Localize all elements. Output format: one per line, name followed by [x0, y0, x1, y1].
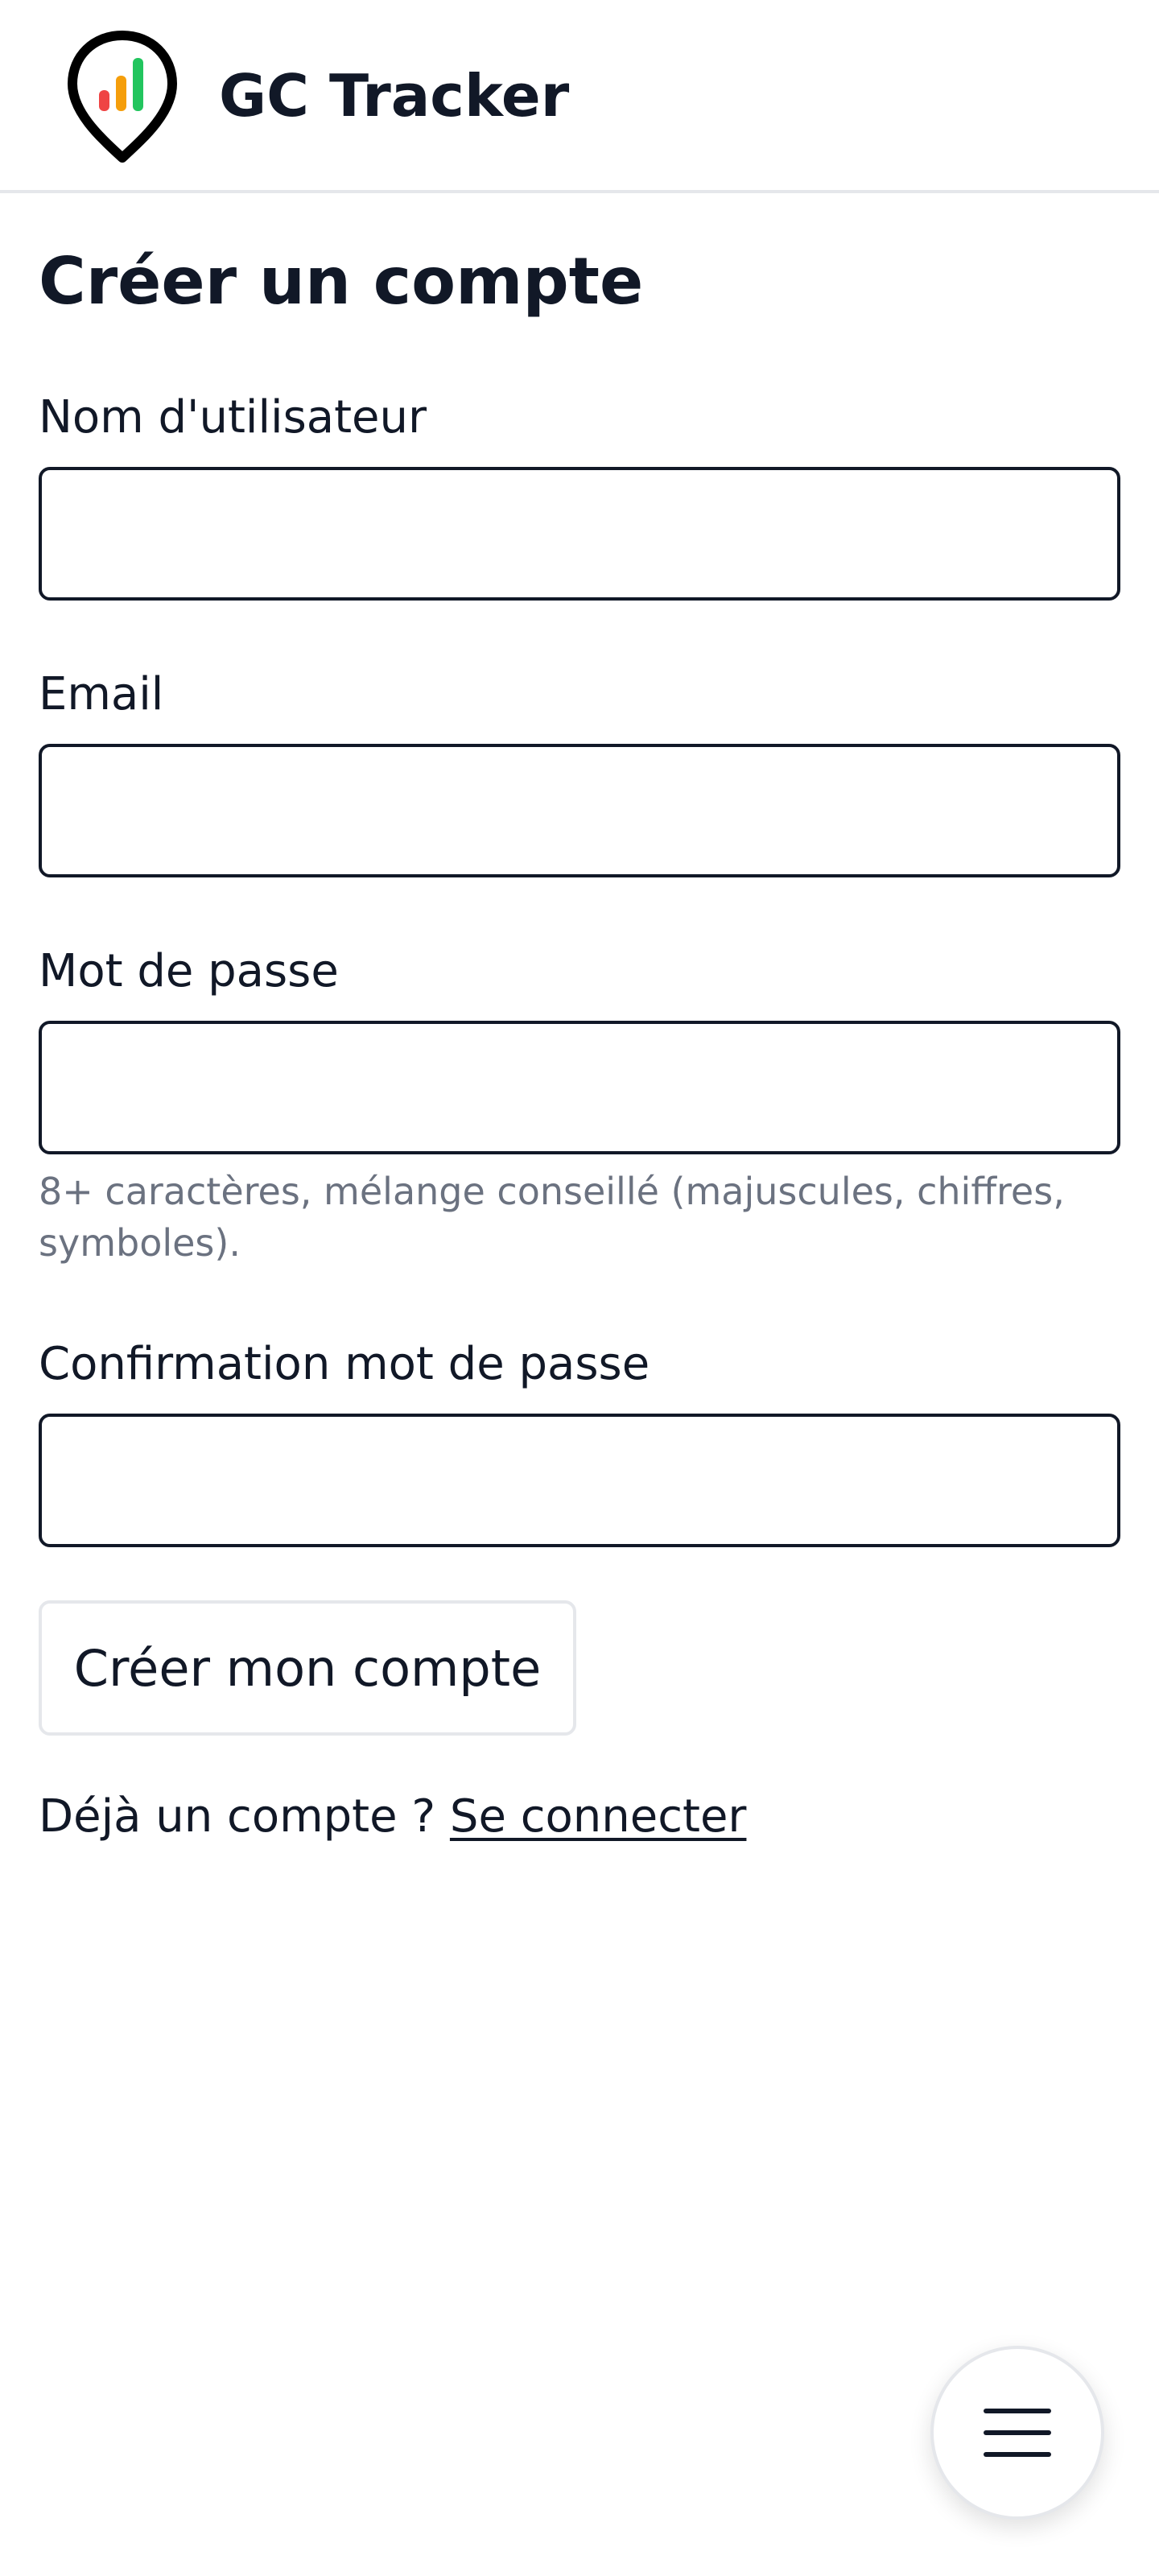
password-input[interactable] — [39, 1021, 1120, 1154]
email-label: Email — [39, 668, 164, 720]
create-account-button[interactable]: Créer mon compte — [39, 1600, 576, 1736]
login-link[interactable]: Se connecter — [450, 1790, 747, 1843]
app-root: GC Tracker Créer un compte Nom d'utilisa… — [0, 0, 1159, 2576]
map-pin-bar-chart-icon — [68, 31, 177, 163]
password-confirm-label: Confirmation mot de passe — [39, 1338, 650, 1390]
login-prompt-row: Déjà un compte ? Se connecter — [39, 1789, 746, 1845]
app-title: GC Tracker — [219, 62, 570, 130]
menu-button[interactable] — [930, 2346, 1104, 2520]
email-input[interactable] — [39, 744, 1120, 877]
logo[interactable] — [64, 29, 180, 164]
password-confirm-input[interactable] — [39, 1414, 1120, 1547]
username-input[interactable] — [39, 467, 1120, 601]
login-prompt-text: Déjà un compte ? — [39, 1790, 450, 1843]
app-header: GC Tracker — [0, 0, 1159, 193]
username-label: Nom d'utilisateur — [39, 391, 427, 444]
hamburger-menu-icon — [984, 2409, 1051, 2457]
password-hint: 8+ caractères, mélange conseillé (majusc… — [39, 1170, 1065, 1265]
page-title: Créer un compte — [39, 244, 644, 319]
password-label: Mot de passe — [39, 945, 339, 997]
